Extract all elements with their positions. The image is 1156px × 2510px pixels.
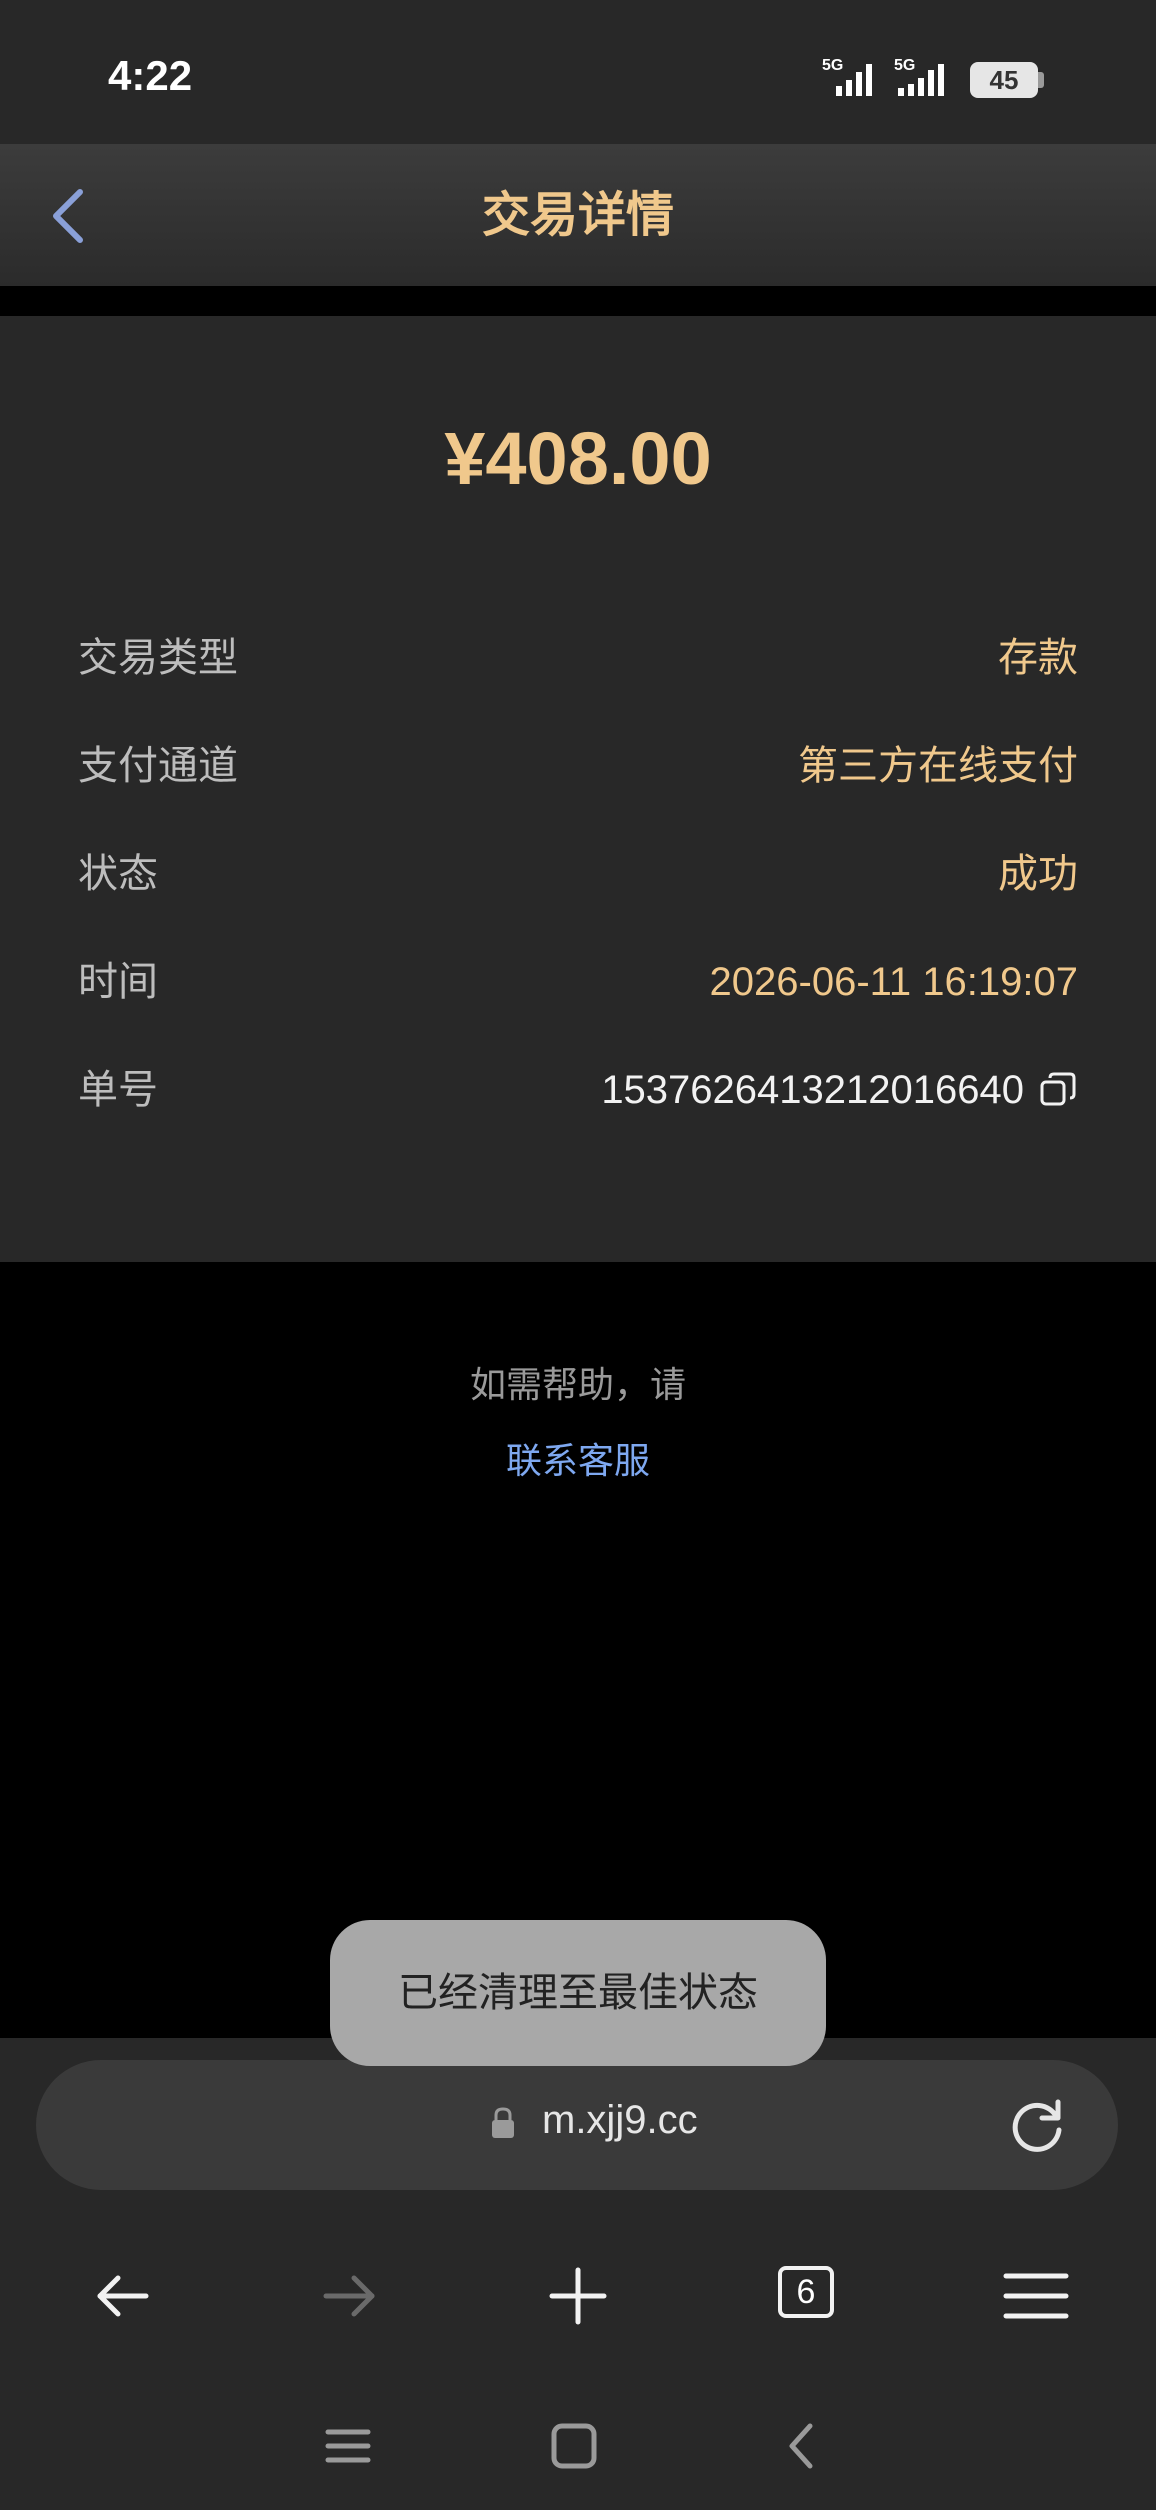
detail-row-status: 状态 成功 xyxy=(78,844,1078,904)
reload-icon[interactable] xyxy=(1006,2094,1068,2156)
signal-icon-2: 5G xyxy=(894,57,944,96)
address-bar[interactable]: m.xjj9.cc xyxy=(36,2060,1118,2190)
home-icon[interactable] xyxy=(544,2416,604,2476)
status-value: 成功 xyxy=(998,851,1078,897)
time-value: 2026-06-11 16:19:07 xyxy=(709,960,1078,1004)
detail-label: 单号 xyxy=(78,1067,158,1113)
order-id-value: 1537626413212016640 xyxy=(601,1068,1024,1112)
copy-icon[interactable] xyxy=(1038,1070,1078,1110)
battery-tip xyxy=(1038,72,1044,88)
transaction-amount: ¥408.00 xyxy=(444,417,712,500)
back-icon[interactable] xyxy=(40,184,100,248)
new-tab-icon[interactable] xyxy=(538,2256,618,2336)
page-title: 交易详情 xyxy=(481,187,674,243)
detail-value: 存款 xyxy=(998,635,1078,681)
page-header: 交易详情 xyxy=(0,144,1156,286)
recent-apps-icon[interactable] xyxy=(318,2416,378,2476)
browser-back-icon[interactable] xyxy=(82,2256,162,2336)
detail-label: 支付通道 xyxy=(78,743,238,789)
tab-count: 6 xyxy=(796,2273,816,2311)
detail-row-order-id: 单号 1537626413212016640 xyxy=(78,1060,1078,1120)
network-label-1: 5G xyxy=(822,57,843,74)
lock-icon xyxy=(492,2107,514,2138)
browser-forward-icon[interactable] xyxy=(310,2256,390,2336)
detail-label: 状态 xyxy=(78,851,158,897)
detail-value: 第三方在线支付 xyxy=(798,743,1078,789)
transaction-card: ¥408.00 交易类型 存款 支付通道 第三方在线支付 状态 成功 时间 20… xyxy=(0,316,1156,1262)
menu-icon[interactable] xyxy=(996,2256,1076,2336)
system-back-icon[interactable] xyxy=(772,2416,832,2476)
battery-level: 45 xyxy=(989,65,1019,95)
status-bar: 4:22 5G 5G 45 xyxy=(0,0,1156,144)
url-text: m.xjj9.cc xyxy=(542,2098,698,2142)
detail-label: 交易类型 xyxy=(78,635,238,681)
help-text: 如需帮助，请 xyxy=(469,1365,686,1406)
toast-message: 已经清理至最佳状态 xyxy=(330,1920,826,2066)
status-time: 4:22 xyxy=(108,52,193,99)
tabs-button[interactable]: 6 xyxy=(778,2266,834,2318)
browser-toolbar: m.xjj9.cc 6 xyxy=(0,2038,1156,2510)
detail-row-type: 交易类型 存款 xyxy=(78,628,1078,688)
detail-row-channel: 支付通道 第三方在线支付 xyxy=(78,736,1078,796)
detail-row-time: 时间 2026-06-11 16:19:07 xyxy=(78,952,1078,1012)
detail-label: 时间 xyxy=(78,959,158,1005)
contact-support-link[interactable]: 联系客服 xyxy=(0,1432,1156,1484)
signal-icon: 5G xyxy=(822,57,872,96)
network-label-2: 5G xyxy=(894,57,915,74)
